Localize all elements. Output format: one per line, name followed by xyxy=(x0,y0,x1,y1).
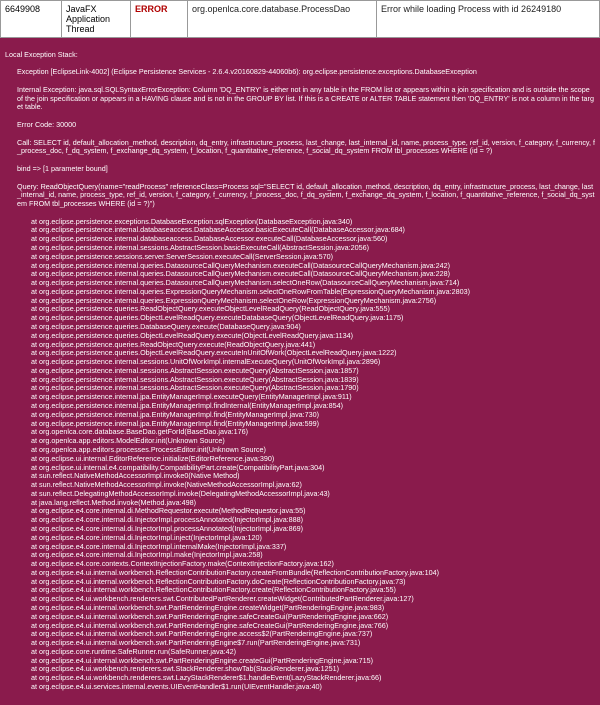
log-message: Error while loading Process with id 2624… xyxy=(381,4,561,14)
stack-exception: Exception [EclipseLink-4002] (Eclipse Pe… xyxy=(5,68,595,77)
cell-message: Error while loading Process with id 2624… xyxy=(377,1,600,38)
cell-id: 6649908 xyxy=(1,1,62,38)
log-row[interactable]: 6649908 JavaFX Application Thread ERROR … xyxy=(1,1,600,38)
stack-frame: at org.eclipse.e4.ui.internal.workbench.… xyxy=(5,613,595,622)
stack-frame: at org.eclipse.e4.ui.internal.workbench.… xyxy=(5,622,595,631)
stack-call: Call: SELECT id, default_allocation_meth… xyxy=(5,139,595,157)
stack-frame: at org.eclipse.core.runtime.SafeRunner.r… xyxy=(5,648,595,657)
stack-frame: at org.eclipse.e4.ui.internal.workbench.… xyxy=(5,657,595,666)
stack-trace[interactable]: Local Exception Stack: Exception [Eclips… xyxy=(0,38,600,705)
log-table: 6649908 JavaFX Application Thread ERROR … xyxy=(0,0,600,38)
stack-frame: at org.eclipse.e4.ui.workbench.renderers… xyxy=(5,674,595,683)
stack-frame: at org.eclipse.e4.ui.internal.workbench.… xyxy=(5,604,595,613)
stack-frame: at org.eclipse.e4.ui.internal.workbench.… xyxy=(5,586,595,595)
stack-bind: bind => [1 parameter bound] xyxy=(5,165,595,174)
log-level: ERROR xyxy=(135,4,168,14)
cell-thread: JavaFX Application Thread xyxy=(62,1,131,38)
stack-error-code: Error Code: 30000 xyxy=(5,121,595,130)
stack-query: Query: ReadObjectQuery(name="readProcess… xyxy=(5,183,595,209)
stack-frame: at org.eclipse.e4.ui.workbench.renderers… xyxy=(5,665,595,674)
cell-logger: org.openlca.core.database.ProcessDao xyxy=(188,1,377,38)
stack-frame: at org.eclipse.e4.ui.internal.workbench.… xyxy=(5,639,595,648)
stack-frame: at org.eclipse.e4.ui.services.internal.e… xyxy=(5,683,595,692)
cell-level: ERROR xyxy=(131,1,188,38)
log-thread: JavaFX Application Thread xyxy=(66,4,110,34)
log-logger: org.openlca.core.database.ProcessDao xyxy=(192,4,350,14)
stack-internal-exception: Internal Exception: java.sql.SQLSyntaxEr… xyxy=(5,86,595,112)
stack-frame: at org.eclipse.e4.ui.internal.workbench.… xyxy=(5,630,595,639)
log-id: 6649908 xyxy=(5,4,40,14)
stack-frame: at org.eclipse.e4.ui.workbench.renderers… xyxy=(5,595,595,604)
stack-header: Local Exception Stack: xyxy=(5,51,595,60)
